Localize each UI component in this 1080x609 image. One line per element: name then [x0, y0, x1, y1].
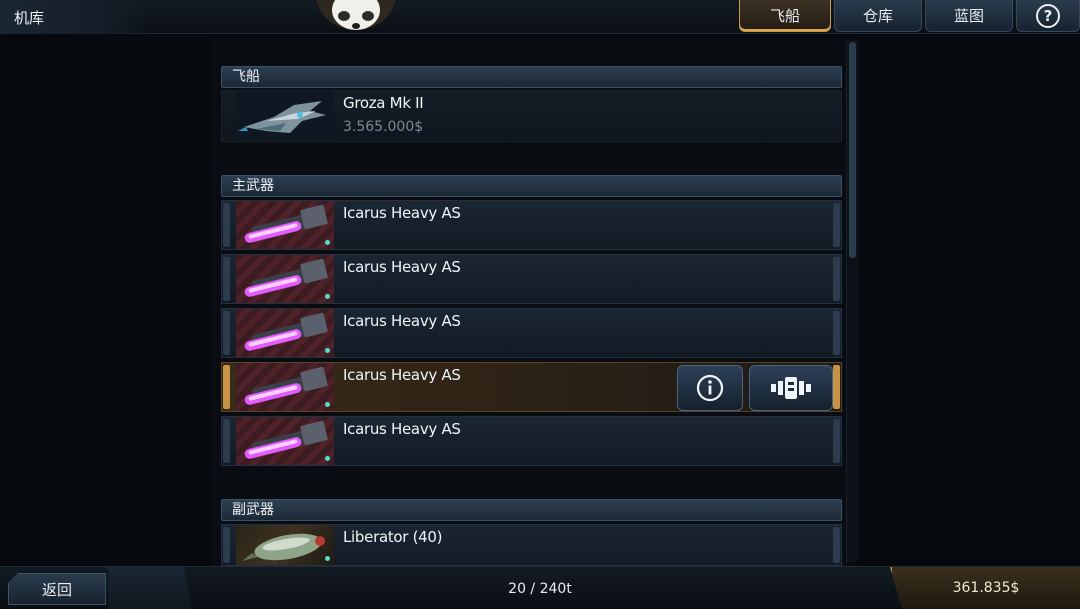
help-icon-glyph: ?	[1043, 6, 1053, 25]
weapon-name: Icarus Heavy AS	[343, 366, 461, 384]
bottom-bar: 返回 20 / 240t 361.835$	[0, 566, 1080, 609]
row-left-cap	[223, 365, 230, 409]
top-tabs: 飞船 仓库 蓝图 ?	[736, 0, 1080, 34]
equip-button[interactable]	[749, 365, 833, 411]
row-left-cap	[223, 419, 230, 463]
tab-warehouse[interactable]: 仓库	[834, 0, 922, 32]
status-dot	[325, 240, 330, 245]
row-right-cap	[833, 257, 840, 301]
help-icon: ?	[1036, 3, 1060, 28]
weapon-row[interactable]: Icarus Heavy AS	[221, 308, 842, 358]
tab-ships[interactable]: 飞船	[739, 0, 831, 32]
status-dot	[325, 402, 330, 407]
status-dot	[325, 348, 330, 353]
row-right-cap	[833, 527, 840, 563]
title-plate: 机库	[0, 0, 150, 34]
row-right-cap	[833, 203, 840, 247]
tab-warehouse-label: 仓库	[862, 7, 893, 25]
avatar[interactable]	[316, 0, 396, 30]
weapon-name: Icarus Heavy AS	[343, 312, 461, 330]
ship-name: Groza Mk II	[343, 94, 424, 112]
weapon-row[interactable]: Icarus Heavy AS	[221, 416, 842, 466]
money-amount: 361.835$	[952, 580, 1020, 596]
status-dot	[325, 556, 330, 561]
weapon-row[interactable]: Icarus Heavy AS	[221, 254, 842, 304]
help-button[interactable]: ?	[1016, 0, 1080, 32]
laser-cannon-icon	[236, 417, 334, 465]
spaceship-icon	[236, 91, 334, 141]
laser-cannon-icon	[236, 309, 334, 357]
status-dot	[325, 456, 330, 461]
section-header-primary: 主武器	[221, 175, 842, 197]
ship-price: 3.565.000$	[343, 119, 424, 135]
tab-blueprints-label: 蓝图	[953, 7, 984, 25]
row-right-cap	[833, 365, 840, 409]
section-title-ship: 飞船	[232, 69, 260, 85]
equip-module-icon	[771, 377, 811, 399]
ship-row[interactable]: Groza Mk II 3.565.000$	[221, 90, 842, 142]
row-left-cap	[223, 311, 230, 355]
scrollbar[interactable]	[846, 40, 858, 562]
raccoon-avatar-icon	[316, 0, 396, 30]
row-right-cap	[833, 311, 840, 355]
laser-cannon-icon	[236, 201, 334, 249]
missile-icon	[236, 525, 334, 565]
weapon-row-selected[interactable]: Icarus Heavy AS	[221, 362, 842, 412]
page-title: 机库	[14, 9, 45, 27]
row-left-cap	[223, 257, 230, 301]
status-dot	[325, 294, 330, 299]
top-bar: 机库 飞船 仓库 蓝图 ?	[0, 0, 1080, 34]
weapon-name: Icarus Heavy AS	[343, 258, 461, 276]
weapon-row[interactable]: Icarus Heavy AS	[221, 200, 842, 250]
secondary-weapon-row[interactable]: Liberator (40)	[221, 524, 842, 566]
info-icon	[696, 374, 724, 402]
weapon-name: Liberator (40)	[343, 528, 443, 546]
money-display: 361.835$	[890, 567, 1080, 609]
scrollbar-thumb[interactable]	[849, 42, 856, 258]
section-header-ship: 飞船	[221, 66, 842, 88]
tab-blueprints[interactable]: 蓝图	[925, 0, 1013, 32]
section-title-primary: 主武器	[232, 178, 274, 194]
row-left-cap	[223, 203, 230, 247]
row-right-cap	[833, 419, 840, 463]
laser-cannon-icon	[236, 363, 334, 411]
info-button[interactable]	[677, 365, 743, 411]
section-title-secondary: 副武器	[232, 502, 274, 518]
tab-ships-label: 飞船	[769, 7, 800, 25]
laser-cannon-icon	[236, 255, 334, 303]
weapon-name: Icarus Heavy AS	[343, 204, 461, 222]
weapon-name: Icarus Heavy AS	[343, 420, 461, 438]
row-left-cap	[223, 527, 230, 563]
section-header-secondary: 副武器	[221, 499, 842, 521]
